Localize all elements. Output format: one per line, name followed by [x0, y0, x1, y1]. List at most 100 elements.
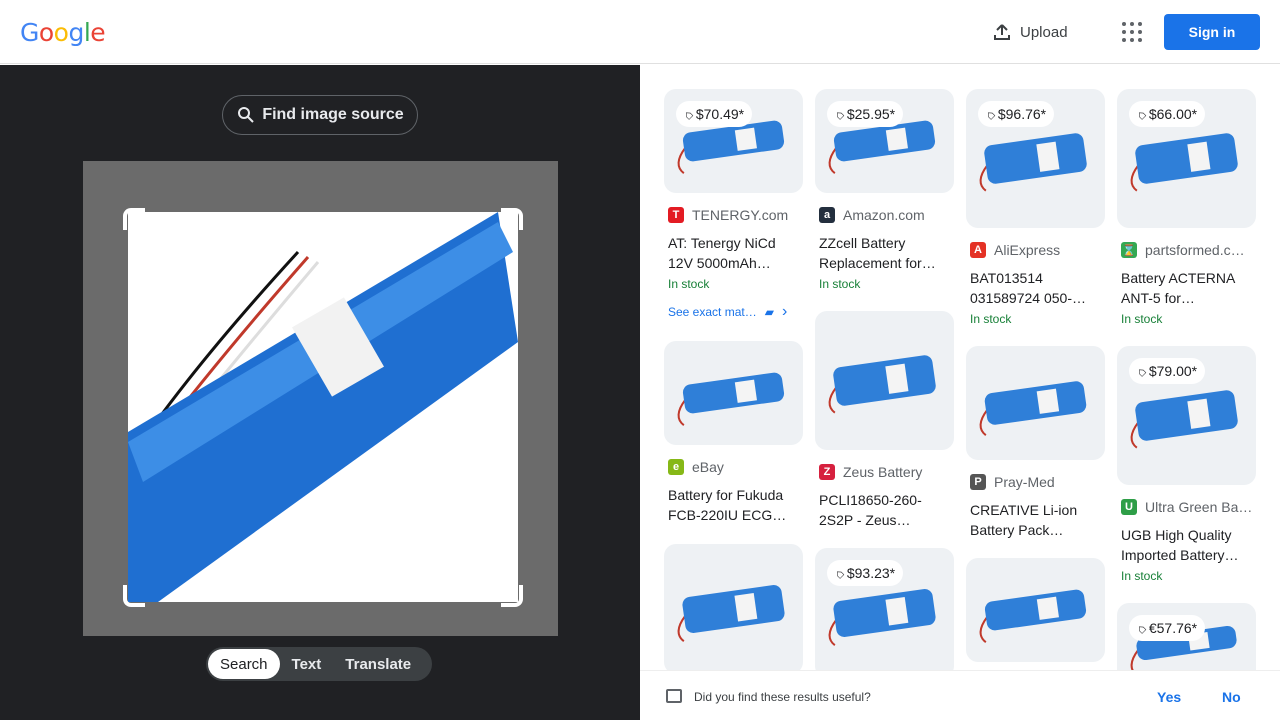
price-tag-icon: ⌂ — [1132, 105, 1150, 123]
price-badge: ⌂ €57.76* — [1129, 615, 1206, 641]
result-card[interactable]: P Pray-Med CREATIVE Li-ion Battery Pack… — [966, 346, 1106, 540]
result-source[interactable]: U Ultra Green Ba… — [1117, 499, 1257, 515]
price-tag-icon: ⌂ — [679, 105, 697, 123]
result-thumbnail[interactable] — [664, 341, 803, 445]
crop-handle-top-right[interactable] — [501, 208, 523, 230]
result-thumbnail[interactable]: ⌂ €57.76* — [1117, 603, 1256, 670]
upload-icon — [994, 24, 1010, 40]
result-title[interactable]: CREATIVE Li-ion Battery Pack… — [966, 500, 1106, 540]
crop-area[interactable] — [83, 161, 558, 636]
apps-grid-icon[interactable] — [1120, 20, 1144, 44]
battery-thumbnail — [828, 355, 936, 414]
source-favicon-icon: Z — [819, 464, 835, 480]
result-title[interactable]: AT: Tenergy NiCd 12V 5000mAh… — [664, 233, 804, 273]
price-badge: ⌂ $66.00* — [1129, 101, 1206, 127]
result-thumbnail[interactable]: ⌂ $93.23* — [815, 548, 954, 670]
price-value: $96.76* — [997, 106, 1047, 122]
see-exact-matches-label: See exact mat… — [668, 305, 757, 319]
result-thumbnail[interactable] — [966, 346, 1105, 460]
source-favicon-icon: P — [970, 474, 986, 490]
feedback-icon — [666, 689, 682, 703]
result-card[interactable]: ⌂ €57.76* — [1117, 603, 1257, 670]
source-name: eBay — [692, 459, 724, 475]
source-favicon-icon: A — [970, 242, 986, 258]
find-image-source-label: Find image source — [262, 106, 404, 123]
result-source[interactable]: T TENERGY.com — [664, 207, 804, 223]
result-card[interactable]: ⌂ $96.76* A AliExpress BAT013514 031589724 0… — [966, 89, 1106, 326]
feedback-question: Did you find these results useful? — [694, 690, 871, 704]
result-source[interactable]: Z Zeus Battery — [815, 464, 955, 480]
result-card[interactable]: Z Zeus Battery PCLI18650-260-2S2P - Zeus… — [815, 311, 955, 530]
source-favicon-icon: a — [819, 207, 835, 223]
exact-match-image-icon: ▰ — [764, 305, 774, 319]
price-tag-icon: ⌂ — [830, 105, 848, 123]
result-card[interactable] — [664, 544, 804, 670]
result-card[interactable] — [966, 558, 1106, 662]
result-thumbnail[interactable]: ⌂ $70.49* — [664, 89, 803, 193]
price-tag-icon: ⌂ — [1132, 362, 1150, 380]
battery-thumbnail — [979, 381, 1087, 437]
result-thumbnail[interactable] — [664, 544, 803, 670]
tab-translate[interactable]: Translate — [333, 649, 423, 679]
result-title[interactable]: Battery for Fukuda FCB-220IU ECG… — [664, 485, 804, 525]
result-source[interactable]: P Pray-Med — [966, 474, 1106, 490]
logo-letter: G — [20, 18, 39, 47]
result-card[interactable]: ⌂ $79.00* U Ultra Green Ba… UGB High Quality… — [1117, 346, 1257, 583]
tab-search[interactable]: Search — [208, 649, 280, 679]
price-value: $66.00* — [1148, 106, 1198, 122]
price-value: $93.23* — [846, 565, 896, 581]
result-card[interactable]: ⌂ $70.49* T TENERGY.com AT: Tenergy NiCd 12V… — [664, 89, 804, 321]
result-thumbnail[interactable] — [966, 558, 1105, 662]
results-panel: ⌂ $70.49* T TENERGY.com AT: Tenergy NiCd 12V… — [640, 65, 1280, 670]
crop-handle-bottom-left[interactable] — [123, 585, 145, 607]
result-card[interactable]: ⌂ $93.23* — [815, 548, 955, 670]
result-card[interactable]: ⌂ $66.00* ⌛ partsformed.c… Battery ACTERNA A… — [1117, 89, 1257, 326]
result-thumbnail[interactable]: ⌂ $79.00* — [1117, 346, 1256, 485]
price-badge: ⌂ $96.76* — [978, 101, 1055, 127]
result-source[interactable]: e eBay — [664, 459, 804, 475]
feedback-yes-button[interactable]: Yes — [1157, 689, 1181, 705]
tab-text[interactable]: Text — [280, 649, 334, 679]
price-badge: ⌂ $79.00* — [1129, 358, 1206, 384]
sign-in-button[interactable]: Sign in — [1164, 14, 1260, 50]
source-name: Ultra Green Ba… — [1145, 499, 1253, 515]
stock-status: In stock — [970, 312, 1012, 326]
battery-thumbnail — [677, 372, 785, 427]
price-badge: ⌂ $70.49* — [676, 101, 753, 127]
upload-label: Upload — [1020, 23, 1068, 41]
crop-handle-top-left[interactable] — [123, 208, 145, 230]
result-card[interactable]: e eBay Battery for Fukuda FCB-220IU ECG… — [664, 341, 804, 525]
result-title[interactable]: BAT013514 031589724 050-… — [966, 268, 1106, 308]
google-logo[interactable]: Google — [20, 18, 106, 47]
find-image-source-button[interactable]: Find image source — [222, 95, 418, 135]
logo-letter: g — [68, 18, 84, 47]
result-thumbnail[interactable]: ⌂ $66.00* — [1117, 89, 1256, 228]
price-tag-icon: ⌂ — [981, 105, 999, 123]
result-title[interactable]: Battery ACTERNA ANT-5 for… — [1117, 268, 1257, 308]
result-title[interactable]: PCLI18650-260-2S2P - Zeus… — [815, 490, 955, 530]
stock-status: In stock — [819, 277, 861, 291]
result-source[interactable]: ⌛ partsformed.c… — [1117, 242, 1257, 258]
source-favicon-icon: U — [1121, 499, 1137, 515]
crop-handle-bottom-right[interactable] — [501, 585, 523, 607]
result-source[interactable]: A AliExpress — [966, 242, 1106, 258]
result-thumbnail[interactable]: ⌂ $96.76* — [966, 89, 1105, 228]
price-badge: ⌂ $93.23* — [827, 560, 904, 586]
result-card[interactable]: ⌂ $25.95* a Amazon.com ZZcell Battery Replac… — [815, 89, 955, 291]
stock-status: In stock — [668, 277, 710, 291]
upload-button[interactable]: Upload — [992, 19, 1068, 45]
price-tag-icon: ⌂ — [830, 564, 848, 582]
price-badge: ⌂ $25.95* — [827, 101, 904, 127]
result-thumbnail[interactable]: ⌂ $25.95* — [815, 89, 954, 193]
price-value: €57.76* — [1148, 620, 1198, 636]
mode-tabs: Search Text Translate — [206, 647, 432, 681]
logo-letter: o — [38, 18, 54, 47]
feedback-no-button[interactable]: No — [1222, 689, 1241, 705]
price-tag-icon: ⌂ — [1132, 619, 1150, 637]
result-title[interactable]: ZZcell Battery Replacement for… — [815, 233, 955, 273]
result-source[interactable]: a Amazon.com — [815, 207, 955, 223]
logo-letter: e — [90, 18, 106, 47]
result-title[interactable]: UGB High Quality Imported Battery… — [1117, 525, 1257, 565]
result-thumbnail[interactable] — [815, 311, 954, 450]
see-exact-matches-link[interactable]: See exact mat… ▰ › — [664, 303, 804, 321]
